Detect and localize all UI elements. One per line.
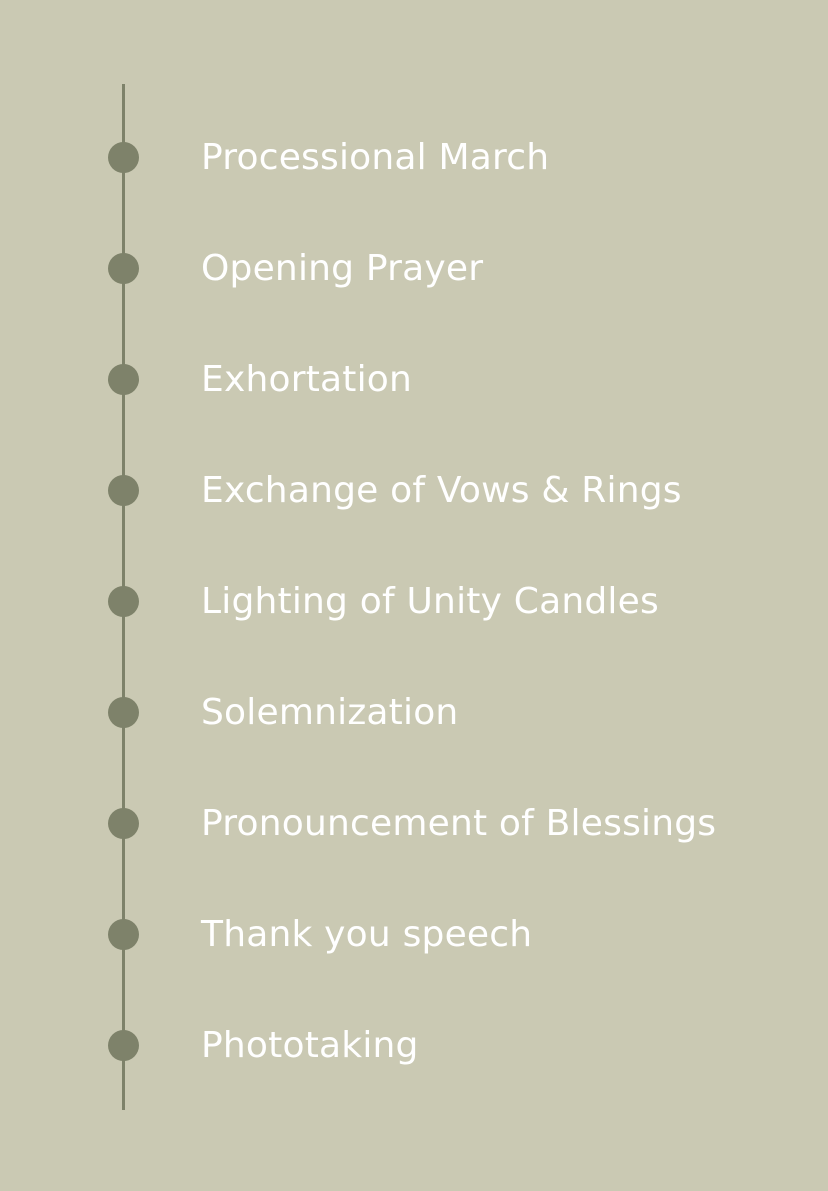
timeline-item: Lighting of Unity Candles [0, 572, 828, 632]
timeline-item: Processional March [0, 128, 828, 188]
timeline-item: Thank you speech [0, 905, 828, 965]
timeline-label: Opening Prayer [201, 248, 484, 289]
timeline-item: Pronouncement of Blessings [0, 794, 828, 854]
timeline-label: Exchange of Vows & Rings [201, 470, 682, 511]
timeline-label: Processional March [201, 137, 550, 178]
timeline-dot [108, 142, 139, 173]
timeline-dot [108, 475, 139, 506]
timeline-item: Exhortation [0, 350, 828, 410]
timeline-label: Thank you speech [201, 914, 533, 955]
timeline-dot [108, 364, 139, 395]
timeline-dot [108, 1030, 139, 1061]
program-timeline: Processional March Opening Prayer Exhort… [0, 0, 828, 1191]
timeline-label: Phototaking [201, 1025, 419, 1066]
timeline-dot [108, 919, 139, 950]
timeline-item: Solemnization [0, 683, 828, 743]
timeline-label: Lighting of Unity Candles [201, 581, 659, 622]
timeline-label: Solemnization [201, 692, 459, 733]
timeline-dot [108, 808, 139, 839]
timeline-dot [108, 253, 139, 284]
timeline-item: Exchange of Vows & Rings [0, 461, 828, 521]
timeline-label: Exhortation [201, 359, 413, 400]
timeline-dot [108, 697, 139, 728]
timeline-dot [108, 586, 139, 617]
timeline-item: Opening Prayer [0, 239, 828, 299]
timeline-label: Pronouncement of Blessings [201, 803, 717, 844]
timeline-item: Phototaking [0, 1016, 828, 1076]
